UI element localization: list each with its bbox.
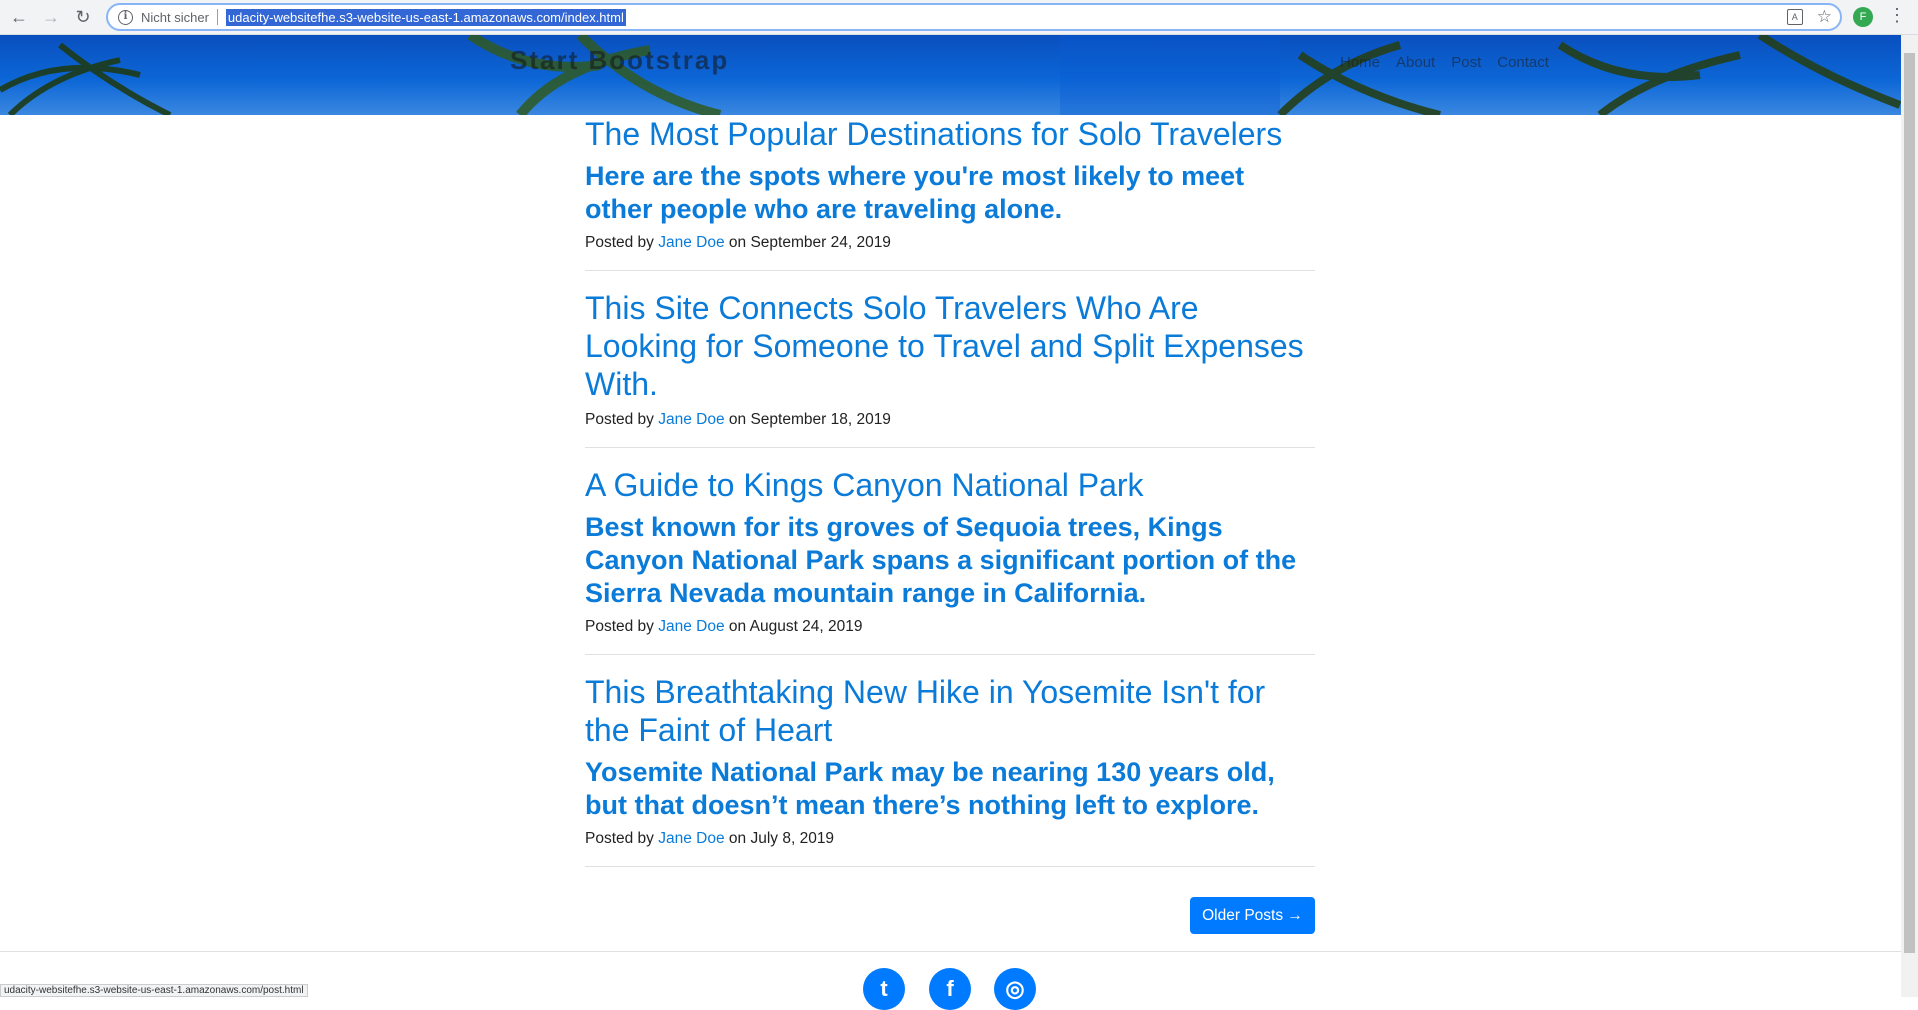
nav-about[interactable]: About xyxy=(1396,54,1435,71)
security-label[interactable]: Nicht sicher xyxy=(141,10,209,25)
post-date: on August 24, 2019 xyxy=(728,618,863,635)
author-link[interactable]: Jane Doe xyxy=(658,234,724,251)
status-bar-url: udacity-websitefhe.s3-website-us-east-1.… xyxy=(0,984,308,997)
posted-by-label: Posted by xyxy=(585,830,654,847)
vertical-scrollbar[interactable] xyxy=(1901,35,1918,997)
omnibox-divider xyxy=(216,9,218,25)
post-meta: Posted by Jane Doe on September 24, 2019 xyxy=(585,234,1315,252)
author-link[interactable]: Jane Doe xyxy=(658,618,724,635)
palm-trees-image xyxy=(0,35,1901,115)
menu-icon[interactable]: ⋮ xyxy=(1888,5,1906,26)
post-title[interactable]: The Most Popular Destinations for Solo T… xyxy=(585,115,1315,153)
post-date: on September 18, 2019 xyxy=(728,411,891,428)
nav-contact[interactable]: Contact xyxy=(1497,54,1549,71)
nav-home[interactable]: Home xyxy=(1340,54,1380,71)
browser-toolbar: ← → ↻ i Nicht sicher udacity-websitefhe.… xyxy=(0,0,1918,35)
post-subtitle[interactable]: Best known for its groves of Sequoia tre… xyxy=(585,511,1315,610)
author-link[interactable]: Jane Doe xyxy=(658,830,724,847)
url-text[interactable]: udacity-websitefhe.s3-website-us-east-1.… xyxy=(225,8,626,26)
top-navigation: Home About Post Contact xyxy=(1340,54,1549,71)
post-meta: Posted by Jane Doe on September 18, 2019 xyxy=(585,411,1315,429)
github-icon[interactable]: ◎ xyxy=(994,968,1036,1010)
facebook-icon[interactable]: f xyxy=(929,968,971,1010)
twitter-icon[interactable]: t xyxy=(863,968,905,1010)
site-brand[interactable]: Start Bootstrap xyxy=(510,45,729,76)
older-posts-button[interactable]: Older Posts → xyxy=(1190,897,1315,934)
address-bar[interactable]: i Nicht sicher udacity-websitefhe.s3-web… xyxy=(106,3,1842,31)
post-preview: This Site Connects Solo Travelers Who Ar… xyxy=(585,289,1315,448)
scroll-thumb[interactable] xyxy=(1904,53,1915,953)
posted-by-label: Posted by xyxy=(585,411,654,428)
post-list: The Most Popular Destinations for Solo T… xyxy=(585,115,1315,885)
info-icon[interactable]: i xyxy=(118,9,133,25)
star-icon[interactable]: ☆ xyxy=(1817,7,1832,27)
masthead: Start Bootstrap Home About Post Contact xyxy=(0,35,1901,115)
posted-by-label: Posted by xyxy=(585,618,654,635)
back-icon[interactable]: ← xyxy=(6,4,32,30)
nav-post[interactable]: Post xyxy=(1451,54,1481,71)
post-date: on July 8, 2019 xyxy=(728,830,835,847)
post-title[interactable]: This Site Connects Solo Travelers Who Ar… xyxy=(585,289,1315,403)
post-title[interactable]: A Guide to Kings Canyon National Park xyxy=(585,466,1315,504)
post-subtitle[interactable]: Yosemite National Park may be nearing 13… xyxy=(585,756,1315,822)
post-title[interactable]: This Breathtaking New Hike in Yosemite I… xyxy=(585,673,1315,749)
post-preview: The Most Popular Destinations for Solo T… xyxy=(585,115,1315,271)
forward-icon[interactable]: → xyxy=(38,4,64,30)
post-subtitle[interactable]: Here are the spots where you're most lik… xyxy=(585,160,1315,226)
avatar[interactable]: F xyxy=(1853,7,1873,27)
author-link[interactable]: Jane Doe xyxy=(658,411,724,428)
post-preview: A Guide to Kings Canyon National Park Be… xyxy=(585,466,1315,655)
post-meta: Posted by Jane Doe on July 8, 2019 xyxy=(585,830,1315,848)
post-meta: Posted by Jane Doe on August 24, 2019 xyxy=(585,618,1315,636)
footer-divider xyxy=(0,951,1901,952)
posted-by-label: Posted by xyxy=(585,234,654,251)
reload-icon[interactable]: ↻ xyxy=(70,4,96,30)
post-preview: This Breathtaking New Hike in Yosemite I… xyxy=(585,673,1315,867)
translate-icon[interactable]: A xyxy=(1786,9,1803,25)
post-date: on September 24, 2019 xyxy=(728,234,891,251)
